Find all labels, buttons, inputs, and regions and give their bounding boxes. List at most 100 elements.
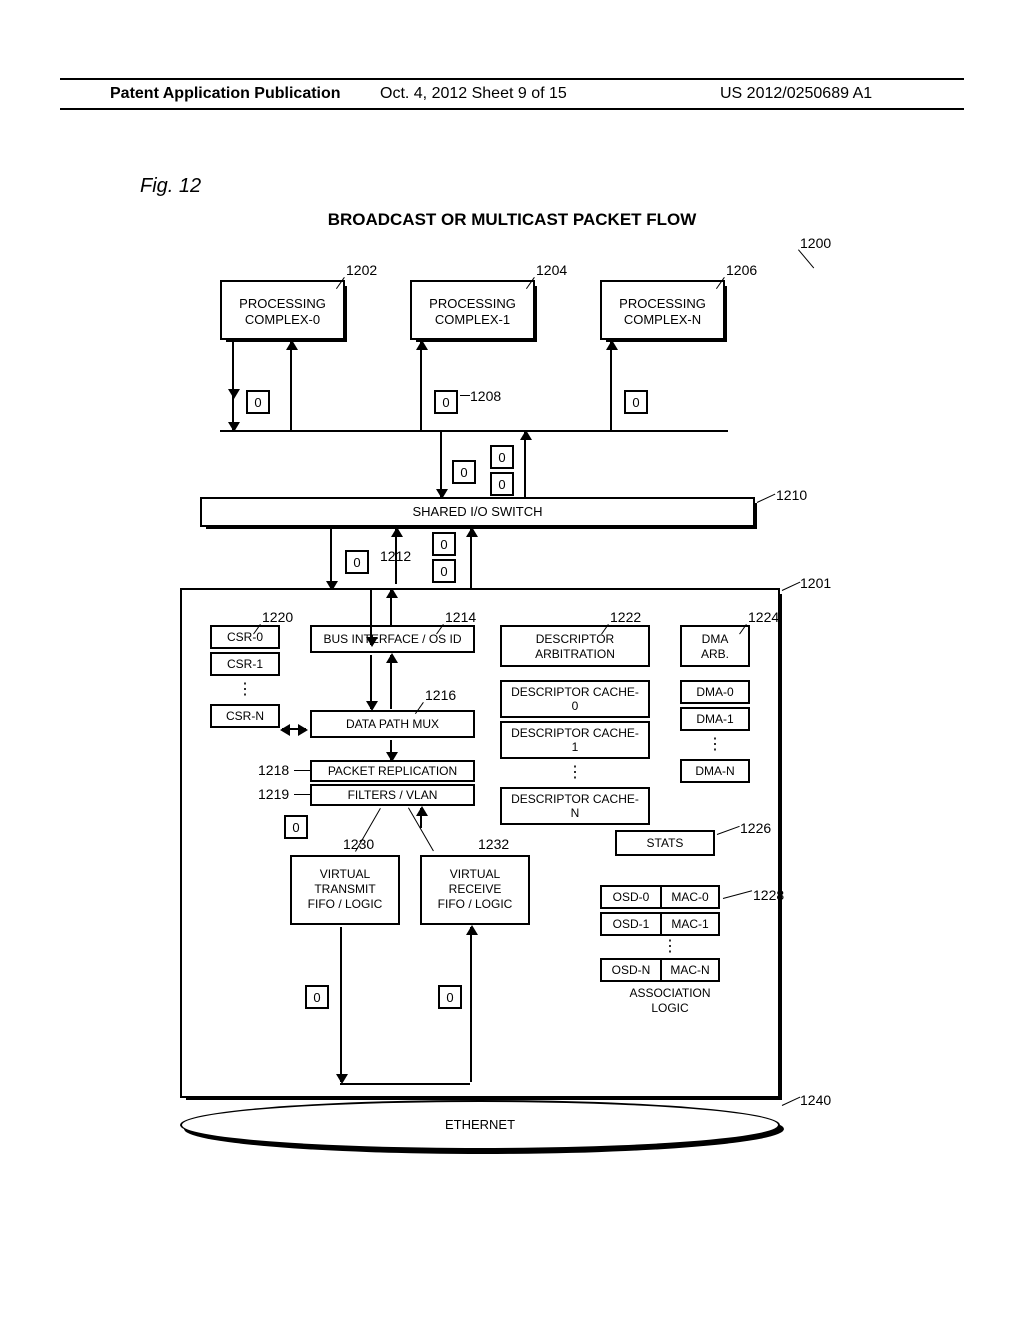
ref-1208: 1208	[470, 388, 501, 404]
arrow-card-to-sw-mid	[395, 529, 397, 584]
hdr-right: US 2012/0250689 A1	[720, 85, 872, 103]
pkt-vrx-out: 0	[438, 985, 462, 1009]
eth-top-line	[340, 1083, 470, 1085]
osd0: OSD-0	[600, 885, 660, 909]
header-rule-top	[60, 78, 964, 80]
arrow-card-to-sw-r	[470, 529, 472, 589]
pkt-lbl: 0	[313, 990, 320, 1005]
pkt-lbl: 0	[440, 537, 447, 552]
lead-1210	[757, 494, 776, 503]
dma-dots: ⋮	[680, 734, 750, 756]
hdr-left: Patent Application Publication	[110, 85, 341, 103]
mac0: MAC-0	[660, 885, 720, 909]
osdn: OSD-N	[600, 958, 660, 982]
ref-1226: 1226	[740, 820, 771, 836]
hdr-center: Oct. 4, 2012 Sheet 9 of 15	[380, 85, 567, 103]
block-bus: BUS INTERFACE / OS ID	[310, 625, 475, 653]
pkt-pcn: 0	[624, 390, 648, 414]
pkt-sw-below-r2: 0	[432, 559, 456, 583]
arrow-bus-dn-into	[370, 590, 372, 645]
block-pc1: PROCESSING COMPLEX-1	[410, 280, 535, 340]
ref-1219: 1219	[258, 786, 289, 802]
dcache-stack: DESCRIPTOR CACHE-0 DESCRIPTOR CACHE-1 ⋮ …	[500, 680, 650, 825]
figure-title: BROADCAST OR MULTICAST PACKET FLOW	[0, 210, 1024, 230]
block-eth: ETHERNET	[180, 1100, 780, 1150]
dc0: DESCRIPTOR CACHE-0	[500, 680, 650, 718]
arrow-pc0-dn-a	[232, 342, 234, 397]
block-switch: SHARED I/O SWITCH	[200, 497, 755, 527]
arrow-pc1-up	[420, 342, 422, 432]
lead-1208	[460, 395, 470, 396]
lead-1201	[782, 582, 801, 591]
pkt-sw-below-l: 0	[345, 550, 369, 574]
pkt-lbl: 0	[442, 395, 449, 410]
pkt-pc1: 0	[434, 390, 458, 414]
pkt-lbl: 0	[446, 990, 453, 1005]
block-rep: PACKET REPLICATION	[310, 760, 475, 782]
ref-1206: 1206	[726, 262, 757, 278]
dma1: DMA-1	[680, 707, 750, 731]
ref-1200: 1200	[800, 235, 831, 251]
dc-dots: ⋮	[500, 762, 650, 784]
ref-1230: 1230	[343, 836, 374, 852]
pkt-lbl: 0	[632, 395, 639, 410]
macn: MAC-N	[660, 958, 720, 982]
assoc-stack: OSD-0 MAC-0 OSD-1 MAC-1 ⋮ OSD-N MAC-N AS…	[600, 885, 740, 1016]
ref-1214: 1214	[445, 609, 476, 625]
arrow-filt-up	[420, 808, 422, 828]
arrow-outof-sw-up	[524, 432, 526, 497]
lead-1218	[294, 770, 310, 771]
arrow-vtx-out	[340, 927, 342, 1082]
dcn: DESCRIPTOR CACHE-N	[500, 787, 650, 825]
block-filt: FILTERS / VLAN	[310, 784, 475, 806]
header-rule-bot	[60, 108, 964, 110]
arrow-mux-rep	[390, 740, 392, 760]
pkt-lbl: 0	[353, 555, 360, 570]
ref-1222: 1222	[610, 609, 641, 625]
pkt-lbl: 0	[498, 450, 505, 465]
block-stats: STATS	[615, 830, 715, 856]
arrow-vrx-in	[470, 927, 472, 1082]
csr-n: CSR-N	[210, 704, 280, 728]
ref-1201: 1201	[800, 575, 831, 591]
ref-1240: 1240	[800, 1092, 831, 1108]
block-mux: DATA PATH MUX	[310, 710, 475, 738]
pkt-lbl: 0	[460, 465, 467, 480]
lead-1219	[294, 794, 310, 795]
ref-1218: 1218	[258, 762, 289, 778]
pkt-lbl: 0	[440, 564, 447, 579]
pkt-sw-left: 0	[452, 460, 476, 484]
ref-1228: 1228	[753, 887, 784, 903]
ref-1204: 1204	[536, 262, 567, 278]
osd1: OSD-1	[600, 912, 660, 936]
pkt-vtx-out: 0	[305, 985, 329, 1009]
pkt-sw-below-r1: 0	[432, 532, 456, 556]
ref-1210: 1210	[776, 487, 807, 503]
lead-1200	[798, 249, 814, 268]
ref-1220: 1220	[262, 609, 293, 625]
dc1: DESCRIPTOR CACHE-1	[500, 721, 650, 759]
pkt-pc0: 0	[246, 390, 270, 414]
arrow-sw-to-card-l	[330, 529, 332, 589]
assoc-dots: ⋮	[600, 936, 740, 958]
csr-1: CSR-1	[210, 652, 280, 676]
arrow-pc0-dn-b	[232, 395, 234, 430]
csr-0: CSR-0	[210, 625, 280, 649]
ref-1232: 1232	[478, 836, 509, 852]
mac1: MAC-1	[660, 912, 720, 936]
pkt-lbl: 0	[498, 477, 505, 492]
dma0: DMA-0	[680, 680, 750, 704]
pkt-sw-r1: 0	[490, 445, 514, 469]
csr-stack: CSR-0 CSR-1 ⋮ CSR-N	[210, 625, 280, 728]
pkt-under-filt: 0	[284, 815, 308, 839]
figure-number: Fig. 12	[140, 175, 201, 198]
arrow-pc0-up	[290, 342, 292, 432]
dma-stack: DMA-0 DMA-1 ⋮ DMA-N	[680, 680, 750, 783]
bus-top	[220, 430, 728, 432]
pkt-lbl: 0	[292, 820, 299, 835]
assoc-label: ASSOCIATION LOGIC	[600, 986, 740, 1016]
ref-1216: 1216	[425, 687, 456, 703]
block-pcn: PROCESSING COMPLEX-N	[600, 280, 725, 340]
pkt-sw-r2: 0	[490, 472, 514, 496]
lead-1240	[782, 1097, 801, 1106]
